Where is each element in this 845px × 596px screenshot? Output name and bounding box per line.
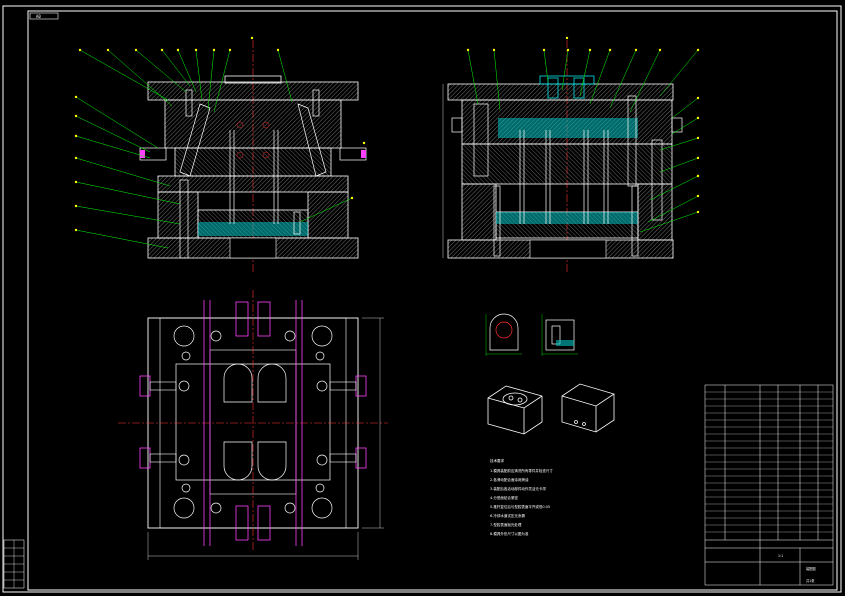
side-section-view [442, 36, 700, 272]
drawing-name: 装配图 [806, 566, 816, 571]
sheet-count: 共1张 [806, 578, 815, 583]
isometric-parts [487, 383, 615, 435]
tech-note: 5.推杆复位后与型腔表面平齐或低0.05 [490, 504, 550, 509]
drawing-scale: 1:1 [778, 554, 783, 558]
technical-notes: 技术要求 1.模具装配前应清洗所有零件并检查尺寸 2.各滑动配合面涂润滑油 3.… [490, 458, 553, 536]
cad-drawing-canvas: A0 技术要求 1.模具装配前应清洗所有零件并检查尺寸 2.各滑动配合面涂润滑油… [2, 5, 842, 593]
parts-list-rows [705, 391, 833, 533]
part-detail-views [485, 313, 578, 356]
tech-notes-title: 技术要求 [490, 458, 504, 463]
tech-note: 4.分型面贴合紧密 [490, 495, 518, 500]
front-section-view [74, 36, 367, 272]
tech-note: 1.模具装配前应清洗所有零件并检查尺寸 [490, 468, 553, 473]
title-block [704, 384, 834, 586]
sheet-size-tag: A0 [36, 14, 41, 19]
tech-note: 8.模具外形尺寸以图为准 [490, 531, 529, 536]
tech-note: 7.型腔表面抛光处理 [490, 522, 522, 527]
tech-note: 2.各滑动配合面涂润滑油 [490, 477, 529, 482]
tech-note: 3.装配后各活动部件动作灵活无卡滞 [490, 486, 546, 491]
left-stamp-boxes [3, 539, 25, 589]
plan-view [118, 290, 388, 560]
tech-note: 6.冷却水道试压无渗漏 [490, 513, 525, 518]
